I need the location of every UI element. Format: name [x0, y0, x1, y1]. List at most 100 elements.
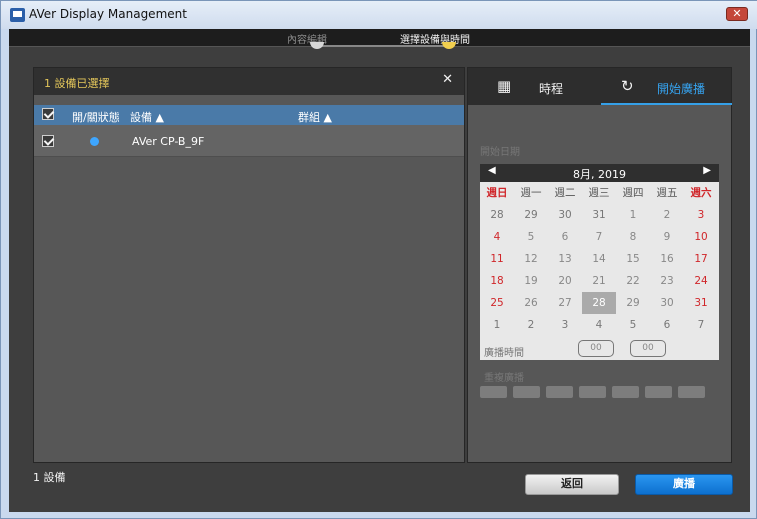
calendar-day[interactable]: 28 [480, 204, 514, 226]
calendar-day[interactable]: 2 [514, 314, 548, 336]
calendar-day[interactable]: 5 [616, 314, 650, 336]
broadcast-time-label: 廣播時間 [484, 348, 524, 359]
repeat-day-toggle[interactable] [546, 386, 573, 398]
tab-start-broadcast-label: 開始廣播 [657, 82, 706, 96]
step2-indicator [442, 42, 456, 49]
repeat-day-toggle[interactable] [480, 386, 507, 398]
calendar-day[interactable]: 2 [650, 204, 684, 226]
calendar-day[interactable]: 14 [582, 248, 616, 270]
calendar-day[interactable]: 7 [684, 314, 718, 336]
calendar-day[interactable]: 8 [616, 226, 650, 248]
calendar-day[interactable]: 22 [616, 270, 650, 292]
calendar-day[interactable]: 16 [650, 248, 684, 270]
device-name: AVer CP-B_9F [132, 135, 205, 148]
schedule-panel: ▦ 時程 ↻ 開始廣播 開始日期 ◀ 8月, 2019 ▶ 週日 週一 週二 週… [467, 67, 732, 463]
calendar-day[interactable]: 31 [684, 292, 718, 314]
clear-selection-button[interactable]: ✕ [442, 72, 453, 87]
app-window: AVer Display Management ✕ 內容編輯 選擇設備與時間 1… [0, 0, 757, 519]
calendar-header: ◀ 8月, 2019 ▶ [480, 164, 719, 182]
selection-header: 1 設備已選擇 ✕ [34, 68, 464, 95]
calendar-day[interactable]: 3 [684, 204, 718, 226]
calendar-day[interactable]: 15 [616, 248, 650, 270]
calendar-day[interactable]: 13 [548, 248, 582, 270]
weekday-wed: 週三 [588, 187, 610, 199]
device-column-header[interactable]: 設備 ▲ [130, 109, 164, 125]
window-close-button[interactable]: ✕ [726, 7, 748, 21]
tab-start-broadcast[interactable]: ↻ 開始廣播 [601, 68, 732, 105]
calendar-day[interactable]: 27 [548, 292, 582, 314]
calendar-day[interactable]: 30 [548, 204, 582, 226]
weekday-fri: 週五 [656, 187, 678, 199]
calendar-day[interactable]: 29 [616, 292, 650, 314]
calendar-grid: 週日 週一 週二 週三 週四 週五 週六 28 29 30 31 1 2 3 4… [480, 182, 719, 336]
repeat-day-toggle[interactable] [678, 386, 705, 398]
calendar-day[interactable]: 29 [514, 204, 548, 226]
status-column-header[interactable]: 開/關狀態 [72, 109, 120, 125]
calendar-day[interactable]: 17 [684, 248, 718, 270]
calendar-icon: ▦ [497, 77, 512, 95]
schedule-tabs: ▦ 時程 ↻ 開始廣播 [468, 68, 732, 105]
calendar-month-label: 8月, 2019 [573, 168, 626, 181]
calendar-day[interactable]: 10 [684, 226, 718, 248]
calendar-day[interactable]: 9 [650, 226, 684, 248]
calendar-day[interactable]: 3 [548, 314, 582, 336]
calendar-day[interactable]: 21 [582, 270, 616, 292]
table-row[interactable]: AVer CP-B_9F [34, 125, 464, 157]
active-tab-underline [601, 103, 732, 105]
selection-count-text: 1 設備已選擇 [44, 77, 110, 90]
repeat-day-toggle[interactable] [645, 386, 672, 398]
start-date-label: 開始日期 [480, 147, 520, 158]
calendar-day[interactable]: 6 [650, 314, 684, 336]
select-all-checkbox[interactable] [42, 108, 54, 120]
calendar-day[interactable]: 19 [514, 270, 548, 292]
calendar: ◀ 8月, 2019 ▶ 週日 週一 週二 週三 週四 週五 週六 28 29 … [480, 164, 719, 360]
calendar-day[interactable]: 18 [480, 270, 514, 292]
step-select-device-time[interactable]: 選擇設備與時間 [400, 31, 470, 46]
main-client: 內容編輯 選擇設備與時間 1 設備已選擇 ✕ 開/關狀態 設備 ▲ 群組 ▲ A… [9, 29, 750, 512]
calendar-day[interactable]: 1 [616, 204, 650, 226]
calendar-day[interactable]: 26 [514, 292, 548, 314]
calendar-day[interactable]: 6 [548, 226, 582, 248]
calendar-day[interactable]: 23 [650, 270, 684, 292]
next-month-arrow-icon[interactable]: ▶ [703, 165, 711, 176]
device-status-dot [90, 137, 99, 146]
minute-spinner[interactable]: 00 [630, 340, 666, 357]
app-logo-icon [10, 8, 25, 22]
wizard-steps: 內容編輯 選擇設備與時間 [9, 29, 750, 49]
tab-schedule-label: 時程 [539, 82, 564, 96]
step1-indicator [310, 42, 324, 49]
weekday-row: 週日 週一 週二 週三 週四 週五 週六 [480, 182, 719, 204]
calendar-day[interactable]: 7 [582, 226, 616, 248]
calendar-day[interactable]: 1 [480, 314, 514, 336]
weekday-sun: 週日 [486, 187, 508, 199]
device-selection-panel: 1 設備已選擇 ✕ 開/關狀態 設備 ▲ 群組 ▲ AVer CP-B_9F [33, 67, 465, 463]
repeat-day-toggle[interactable] [612, 386, 639, 398]
calendar-day[interactable]: 25 [480, 292, 514, 314]
weekday-sat: 週六 [690, 187, 712, 199]
back-button[interactable]: 返回 [525, 474, 619, 495]
device-table-header: 開/關狀態 設備 ▲ 群組 ▲ [34, 105, 464, 125]
calendar-day[interactable]: 31 [582, 204, 616, 226]
week-row-5: 25 26 27 28 29 30 31 [480, 292, 719, 314]
tab-schedule[interactable]: ▦ 時程 [468, 68, 600, 105]
calendar-day[interactable]: 4 [480, 226, 514, 248]
calendar-day[interactable]: 5 [514, 226, 548, 248]
repeat-day-toggle[interactable] [579, 386, 606, 398]
calendar-day[interactable]: 11 [480, 248, 514, 270]
calendar-day[interactable]: 12 [514, 248, 548, 270]
device-count-footer: 1 設備 [33, 471, 66, 484]
group-column-header[interactable]: 群組 ▲ [298, 109, 332, 125]
calendar-day[interactable]: 30 [650, 292, 684, 314]
week-row-6: 1 2 3 4 5 6 7 [480, 314, 719, 336]
calendar-day-selected[interactable]: 28 [582, 292, 616, 314]
broadcast-button[interactable]: 廣播 [635, 474, 733, 495]
calendar-day[interactable]: 20 [548, 270, 582, 292]
refresh-icon: ↻ [621, 77, 634, 95]
calendar-day[interactable]: 4 [582, 314, 616, 336]
calendar-day[interactable]: 24 [684, 270, 718, 292]
week-row-4: 18 19 20 21 22 23 24 [480, 270, 719, 292]
row-checkbox[interactable] [42, 135, 54, 147]
repeat-day-toggle[interactable] [513, 386, 540, 398]
repeat-broadcast-label: 重複廣播 [484, 373, 524, 384]
hour-spinner[interactable]: 00 [578, 340, 614, 357]
